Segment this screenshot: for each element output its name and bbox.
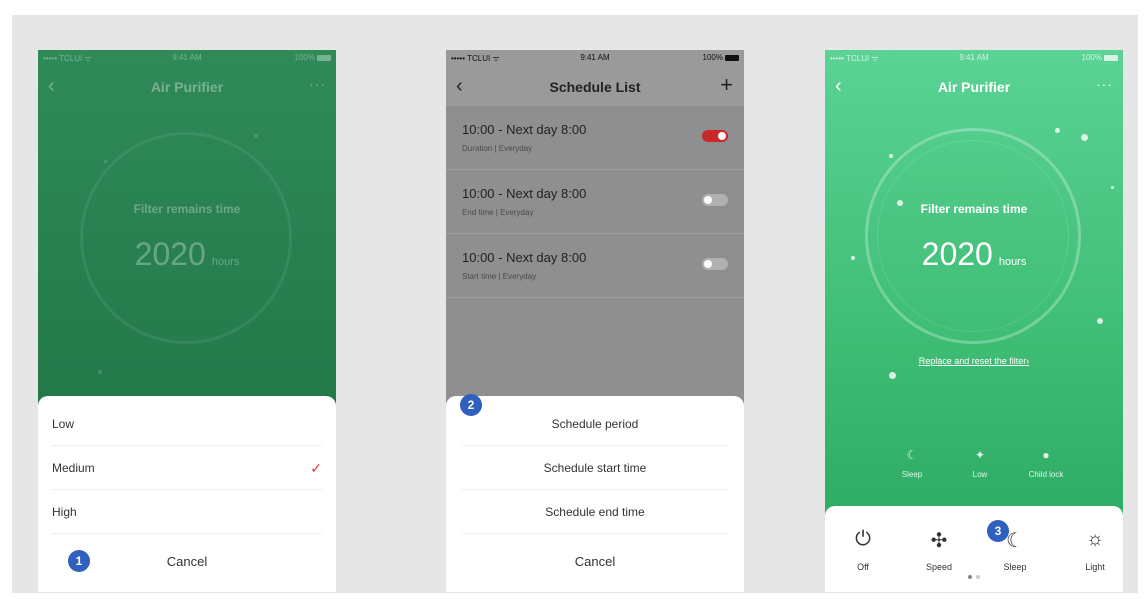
battery-indicator: 100% bbox=[703, 53, 739, 62]
phone-screen-schedule: ••••• TCLUI ᯤ 9:41 AM 100% ‹ Schedule Li… bbox=[446, 50, 744, 592]
canvas: ••••• TCLUI ᯤ 9:41 AM 100% ‹ Air Purifie… bbox=[12, 15, 1138, 593]
toggle-knob bbox=[704, 260, 712, 268]
option-schedule-period[interactable]: Schedule period bbox=[462, 402, 728, 446]
schedule-time: 10:00 - Next day 8:00 bbox=[462, 250, 587, 265]
schedule-time: 10:00 - Next day 8:00 bbox=[462, 122, 587, 137]
schedule-type-sheet: Schedule period Schedule start time Sche… bbox=[446, 394, 744, 592]
decor-dot bbox=[1055, 128, 1060, 133]
more-icon[interactable]: ··· bbox=[309, 76, 326, 92]
option-label: High bbox=[52, 505, 77, 519]
page-dot-active bbox=[968, 575, 972, 579]
option-medium[interactable]: Medium ✓ bbox=[52, 446, 322, 490]
step-badge-2: 2 bbox=[460, 394, 482, 416]
schedule-subtitle: Start time | Everyday bbox=[462, 272, 537, 281]
page-indicator bbox=[825, 566, 1123, 584]
option-high[interactable]: High bbox=[52, 490, 322, 534]
toggle-knob bbox=[718, 132, 726, 140]
schedule-row[interactable]: 10:00 - Next day 8:00 End time | Everyda… bbox=[446, 170, 744, 234]
back-icon[interactable]: ‹ bbox=[48, 76, 55, 96]
option-low[interactable]: Low bbox=[52, 402, 322, 446]
decor-dot bbox=[1111, 186, 1114, 189]
fan-icon: ✣ bbox=[930, 530, 948, 552]
lightbulb-icon: ☼ bbox=[1085, 528, 1105, 550]
fan-low-icon: ✦ bbox=[974, 448, 986, 462]
decor-dot bbox=[1081, 134, 1088, 141]
status-bar: ••••• TCLUI ᯤ 9:41 AM 100% bbox=[825, 50, 1123, 66]
decor-dot bbox=[1097, 318, 1103, 324]
cancel-button[interactable]: Cancel bbox=[462, 540, 728, 584]
filter-remains-label: Filter remains time bbox=[920, 202, 1028, 216]
step-badge-3: 3 bbox=[987, 520, 1009, 542]
battery-indicator: 100% bbox=[1082, 53, 1118, 62]
schedule-row[interactable]: 10:00 - Next day 8:00 Start time | Every… bbox=[446, 234, 744, 298]
filter-remains-label: Filter remains time bbox=[133, 202, 241, 216]
fan-speed-sheet: Low Medium ✓ High Cancel 1 bbox=[38, 396, 336, 592]
status-bar: ••••• TCLUI ᯤ 9:41 AM 100% bbox=[38, 50, 336, 66]
decor-dot bbox=[104, 160, 107, 163]
battery-icon bbox=[725, 54, 739, 61]
battery-label: 100% bbox=[702, 53, 723, 62]
nav-bar: ‹ Air Purifier ··· bbox=[38, 70, 336, 104]
battery-label: 100% bbox=[294, 53, 315, 62]
hours-value: 2020 bbox=[134, 236, 206, 272]
back-icon[interactable]: ‹ bbox=[456, 76, 463, 96]
battery-icon bbox=[317, 54, 331, 61]
clock-label: 9:41 AM bbox=[580, 53, 610, 62]
hours-unit: hours bbox=[998, 256, 1027, 268]
decor-dot bbox=[254, 134, 258, 138]
option-schedule-end-time[interactable]: Schedule end time bbox=[462, 490, 728, 534]
battery-indicator: 100% bbox=[295, 53, 331, 62]
filter-hours: 2020 hours bbox=[825, 236, 1123, 273]
option-label: Medium bbox=[52, 461, 95, 475]
hours-unit: hours bbox=[211, 256, 240, 268]
option-schedule-start-time[interactable]: Schedule start time bbox=[462, 446, 728, 490]
toggle-knob bbox=[704, 196, 712, 204]
add-icon[interactable]: + bbox=[720, 72, 734, 98]
quick-status-child-lock: ● Child lock bbox=[1011, 448, 1081, 479]
hours-value: 2020 bbox=[921, 236, 993, 272]
cancel-button[interactable]: Cancel bbox=[54, 540, 320, 584]
page-title: Air Purifier bbox=[150, 79, 224, 95]
phone-screen-air-purifier: ••••• TCLUI ᯤ 9:41 AM 100% ‹ Air Purifie… bbox=[825, 50, 1123, 592]
clock-label: 9:41 AM bbox=[959, 53, 989, 62]
control-panel: ⏻ Off ✣ Speed ☾ Sleep ☼ Light 3 bbox=[825, 506, 1123, 592]
child-lock-icon: ● bbox=[1042, 448, 1050, 462]
schedule-subtitle: Duration | Everyday bbox=[462, 144, 533, 153]
schedule-list: 10:00 - Next day 8:00 Duration | Everyda… bbox=[446, 106, 744, 298]
schedule-time: 10:00 - Next day 8:00 bbox=[462, 186, 587, 201]
schedule-toggle[interactable] bbox=[702, 258, 728, 270]
page-dot bbox=[976, 575, 980, 579]
page-title: Schedule List bbox=[549, 79, 641, 95]
quick-status-label: Low bbox=[972, 470, 988, 479]
decor-dot bbox=[98, 370, 102, 374]
option-label: Low bbox=[52, 417, 75, 431]
nav-bar: ‹ Air Purifier ··· bbox=[825, 70, 1123, 104]
step-badge-1: 1 bbox=[68, 550, 90, 572]
nav-bar: ‹ Schedule List + bbox=[446, 66, 744, 106]
decor-dot bbox=[889, 154, 893, 158]
battery-icon bbox=[1104, 54, 1118, 61]
replace-filter-link[interactable]: Replace and reset the filter› bbox=[825, 356, 1123, 366]
quick-status-label: Sleep bbox=[901, 470, 923, 479]
schedule-subtitle: End time | Everyday bbox=[462, 208, 534, 217]
quick-status-sleep: ☾ Sleep bbox=[877, 448, 947, 479]
schedule-row[interactable]: 10:00 - Next day 8:00 Duration | Everyda… bbox=[446, 106, 744, 170]
page-title: Air Purifier bbox=[937, 79, 1011, 95]
quick-status-label: Child lock bbox=[1028, 470, 1064, 479]
schedule-toggle[interactable] bbox=[702, 130, 728, 142]
check-icon: ✓ bbox=[310, 460, 322, 476]
filter-hours: 2020 hours bbox=[38, 236, 336, 273]
phone-screen-fan-speed: ••••• TCLUI ᯤ 9:41 AM 100% ‹ Air Purifie… bbox=[38, 50, 336, 592]
back-icon[interactable]: ‹ bbox=[835, 76, 842, 96]
clock-label: 9:41 AM bbox=[172, 53, 202, 62]
more-icon[interactable]: ··· bbox=[1096, 76, 1113, 92]
schedule-toggle[interactable] bbox=[702, 194, 728, 206]
status-bar: ••••• TCLUI ᯤ 9:41 AM 100% bbox=[446, 50, 744, 66]
decor-dot bbox=[889, 372, 896, 379]
quick-status-low: ✦ Low bbox=[945, 448, 1015, 479]
moon-icon: ☾ bbox=[906, 448, 918, 462]
power-icon: ⏻ bbox=[855, 528, 871, 550]
battery-label: 100% bbox=[1081, 53, 1102, 62]
